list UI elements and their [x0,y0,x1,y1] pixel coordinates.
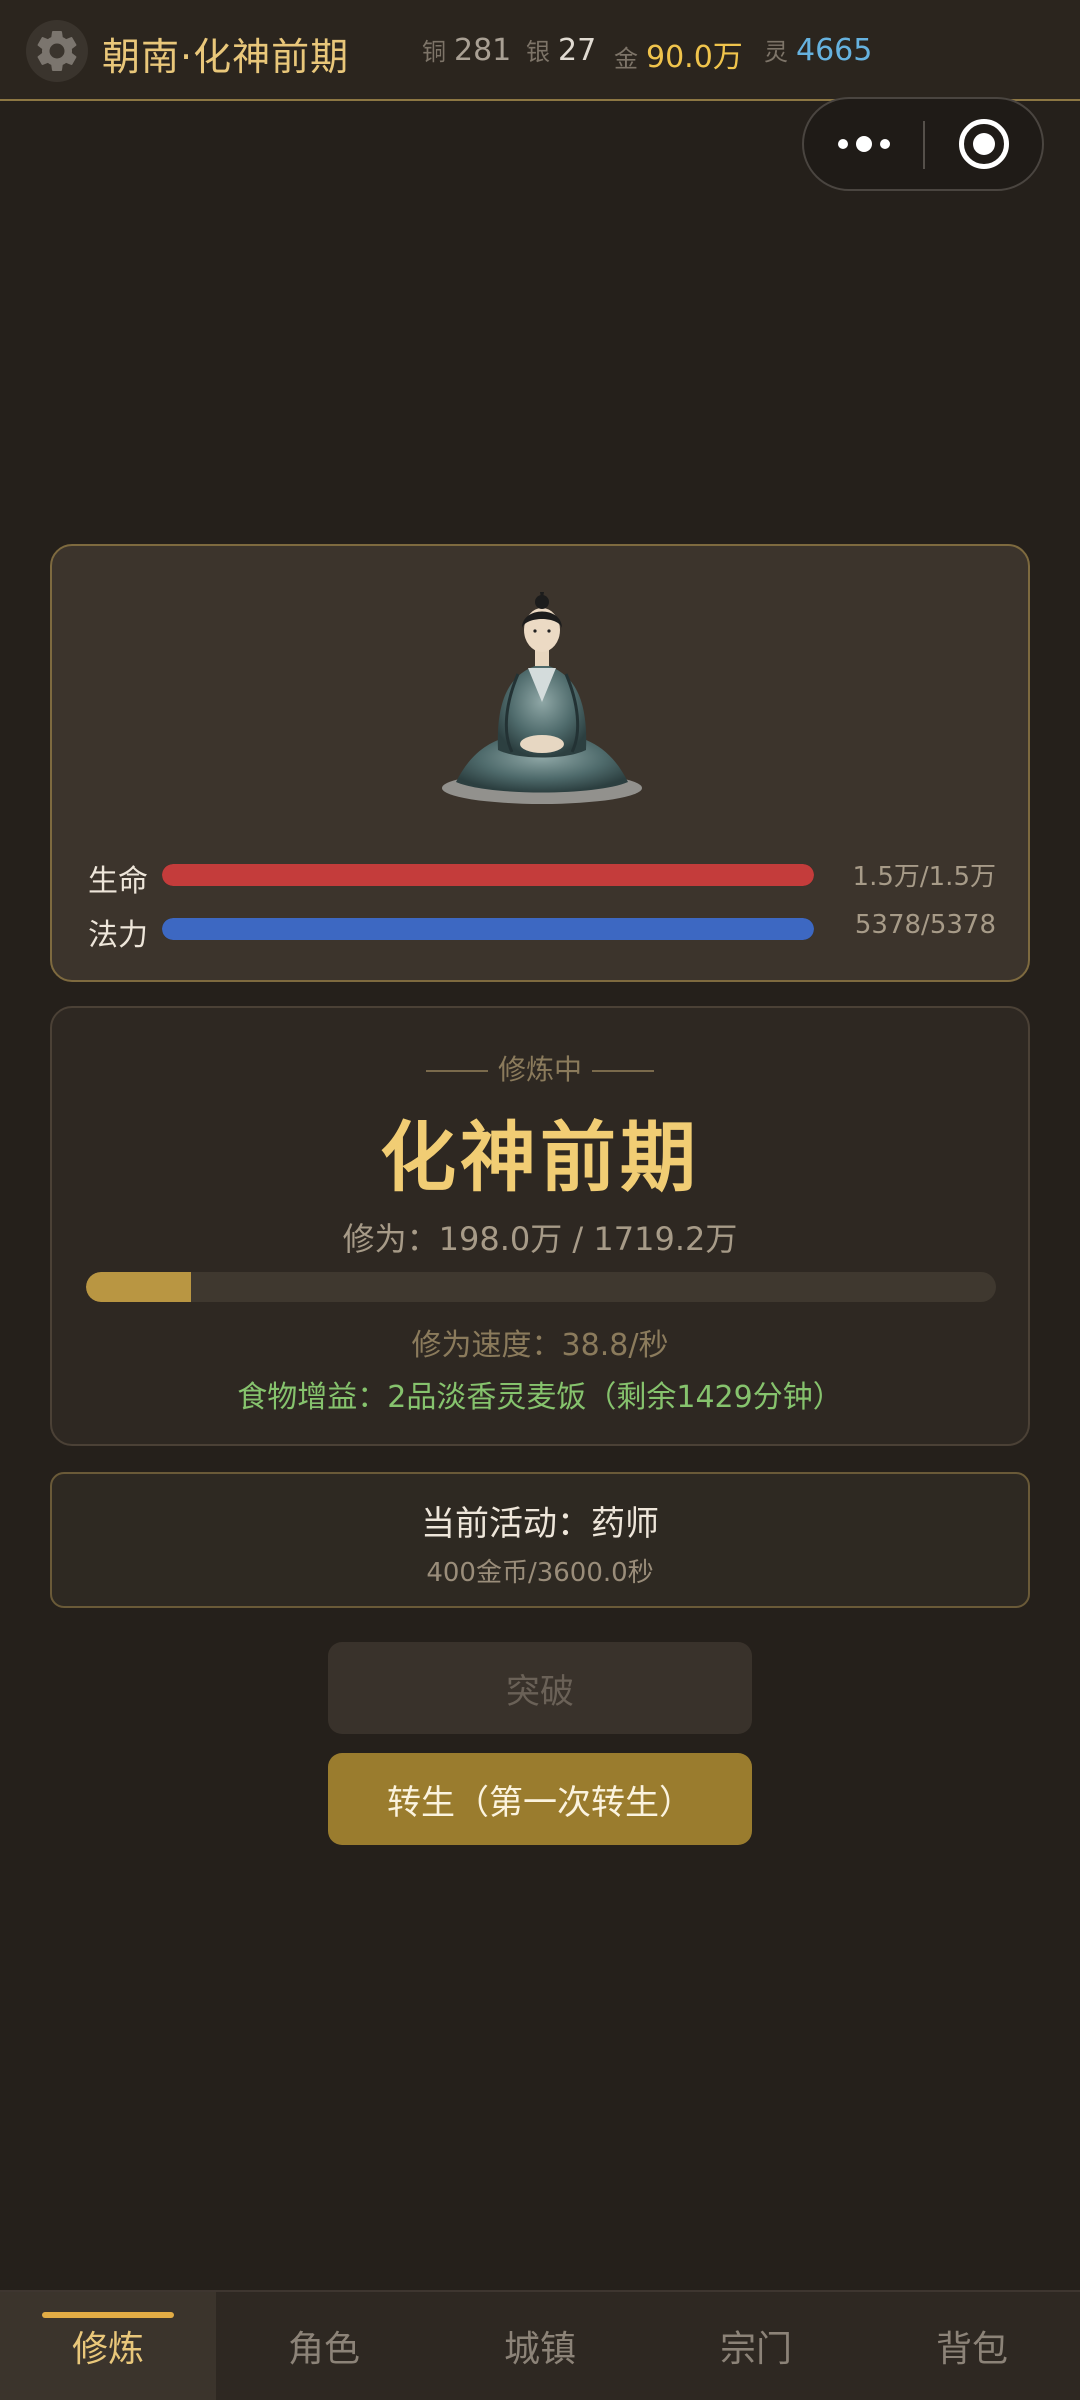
meditating-cultivator-avatar [442,592,642,804]
realm-title: 化神前期 [380,1113,700,1202]
tab-label: 城镇 [503,2329,576,2370]
cultivation-card: 修炼中 化神前期 修为：198.0万 / 1719.2万 修为速度：38.8/秒… [50,1006,1030,1446]
bottom-nav: 修炼 角色 城镇 宗门 背包 [0,2290,1080,2400]
hp-bar-fill [162,864,814,886]
more-dot-icon [838,139,848,149]
miniprogram-capsule [802,97,1044,191]
cultivation-status: 修炼中 [52,1048,1028,1088]
cultivation-progress-bar [86,1272,996,1302]
tab-label: 角色 [287,2329,360,2370]
spirit-value: 4665 [796,33,873,68]
cultivation-speed: 修为速度：38.8/秒 [411,1328,669,1363]
gear-icon [37,30,77,71]
top-header: 朝南·化神前期 铜 281 银 27 金 90.0万 灵 4665 [0,0,1080,101]
mp-label: 法力 [88,918,148,953]
tab-character[interactable]: 角色 [216,2292,432,2400]
character-card: 生命 1.5万/1.5万 法力 5378/5378 [50,544,1030,982]
more-dot-icon [880,139,890,149]
capsule-divider [923,121,925,169]
tab-label: 背包 [935,2329,1008,2370]
currency-silver: 银 27 [526,32,596,68]
currency-spirit: 灵 4665 [764,32,872,68]
active-tab-indicator [42,2312,174,2318]
close-miniprogram-button[interactable] [926,99,1042,189]
hp-bar [162,864,814,886]
activity-card[interactable]: 当前活动：药师 400金币/3600.0秒 [50,1472,1030,1608]
breakthrough-button[interactable]: 突破 [328,1642,752,1734]
settings-button[interactable] [26,20,88,82]
status-line-right [592,1070,654,1072]
mp-value: 5378/5378 [854,910,996,940]
status-line-left [425,1070,488,1072]
more-dot-icon [856,136,872,152]
app-root: 朝南·化神前期 铜 281 银 27 金 90.0万 灵 4665 生命 1.5… [0,0,1080,2400]
copper-value: 281 [454,33,512,68]
gold-label: 金 [614,45,638,73]
target-circle-icon [959,119,1009,169]
cultivation-progress-fill [86,1272,191,1302]
tab-sect[interactable]: 宗门 [648,2292,864,2400]
hp-label: 生命 [88,864,148,899]
tab-town[interactable]: 城镇 [432,2292,648,2400]
spirit-label: 灵 [764,38,788,66]
copper-label: 铜 [422,38,446,66]
activity-reward: 400金币/3600.0秒 [426,1558,654,1588]
rebirth-button[interactable]: 转生（第一次转生） [328,1753,752,1845]
currency-copper: 铜 281 [422,32,511,68]
silver-label: 银 [526,38,550,66]
activity-title: 当前活动：药师 [421,1504,659,1544]
mp-bar [162,918,814,940]
silver-value: 27 [558,33,597,68]
tab-cultivate[interactable]: 修炼 [0,2292,216,2400]
gold-value: 90.0万 [646,40,743,75]
hp-value: 1.5万/1.5万 [852,862,996,892]
tab-label: 修炼 [71,2329,144,2370]
tab-label: 宗门 [719,2329,792,2370]
status-text: 修炼中 [497,1053,582,1086]
more-button[interactable] [804,99,924,189]
tab-backpack[interactable]: 背包 [864,2292,1080,2400]
cultivation-points: 修为：198.0万 / 1719.2万 [342,1220,738,1258]
food-buff: 食物增益：2品淡香灵麦饭（剩余1429分钟） [237,1380,843,1415]
mp-bar-fill [162,918,814,940]
page-title: 朝南·化神前期 [102,35,350,79]
currency-gold: 金 90.0万 [614,32,743,76]
